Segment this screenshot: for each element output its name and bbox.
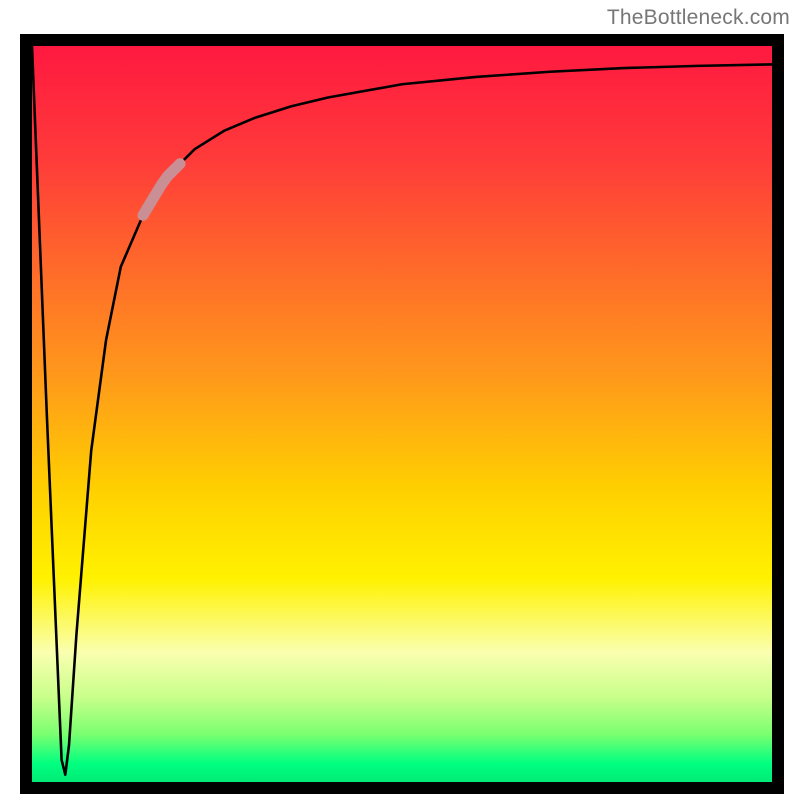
bottleneck-curve-highlight: [143, 164, 180, 216]
chart-page: TheBottleneck.com: [0, 0, 800, 800]
attribution-text: TheBottleneck.com: [607, 6, 790, 30]
chart-curve: [32, 46, 772, 782]
bottleneck-curve-line: [32, 46, 772, 775]
chart-frame: [20, 34, 784, 794]
chart-plot-area: [32, 46, 772, 782]
